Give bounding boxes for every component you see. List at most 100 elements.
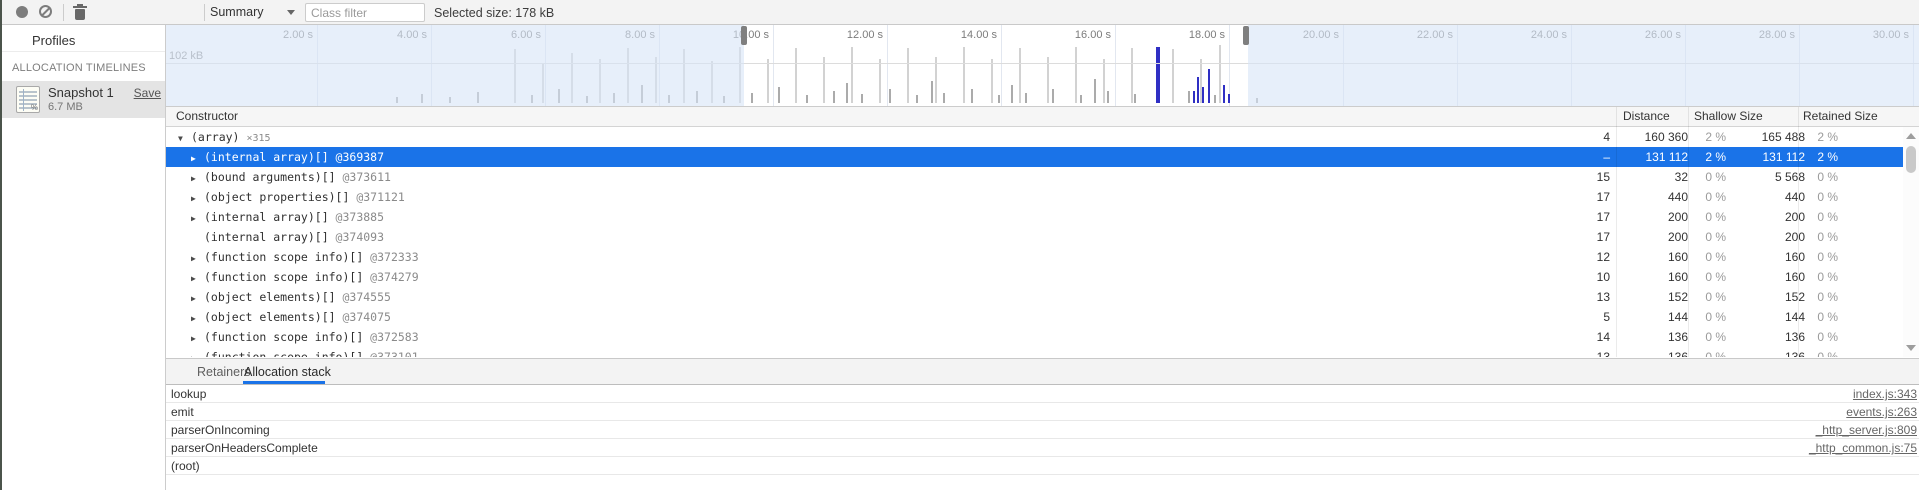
retained-size-cell: 165 488: [1732, 127, 1805, 147]
table-row[interactable]: ▶(internal array)[] @369387–131 1122 %13…: [166, 147, 1919, 167]
constructor-cell: ▶(function scope info)[] @372333: [191, 247, 419, 267]
constructor-cell: ▶(object elements)[] @374555: [191, 287, 391, 307]
object-id: @373611: [336, 170, 391, 184]
column-header-constructor[interactable]: Constructor: [176, 109, 238, 123]
constructor-cell: ▶(object properties)[] @371121: [191, 187, 405, 207]
source-location-link[interactable]: index.js:343: [1853, 385, 1917, 403]
allocation-bar-live: [1156, 47, 1160, 103]
profiles-header-row: Profiles: [2, 25, 165, 52]
allocation-bar: [1075, 47, 1077, 103]
tree-toggle-icon[interactable]: ▶: [191, 149, 204, 169]
constructor-name: (bound arguments)[]: [204, 170, 336, 184]
table-row[interactable]: ▶(function scope info)[] @373101131360 %…: [166, 347, 1919, 357]
bottom-tabbar: RetainersAllocation stack: [166, 358, 1919, 385]
table-row[interactable]: ▶(function scope info)[] @374279101600 %…: [166, 267, 1919, 287]
allocation-bar: [1025, 93, 1027, 103]
column-divider[interactable]: [1798, 107, 1799, 357]
tree-toggle-icon[interactable]: ▶: [191, 269, 204, 289]
table-row[interactable]: ▶(object properties)[] @371121174400 %44…: [166, 187, 1919, 207]
constructor-cell: ▶(function scope info)[] @374279: [191, 267, 419, 287]
stack-frame-row: parserOnHeadersComplete_http_common.js:7…: [166, 439, 1919, 457]
retained-size-cell: 144: [1732, 307, 1805, 327]
tree-toggle-icon[interactable]: ▶: [191, 209, 204, 229]
tree-toggle-icon[interactable]: ▶: [191, 349, 204, 358]
allocation-overview-chart[interactable]: 102 kB 2.00 s4.00 s6.00 s8.00 s10.00 s12…: [166, 25, 1919, 107]
shallow-size-percent: 0 %: [1690, 327, 1726, 347]
column-header-retained-size[interactable]: Retained Size: [1803, 109, 1878, 123]
retained-size-cell: 136: [1732, 347, 1805, 357]
unselected-region-right: [1248, 25, 1919, 107]
tree-toggle-icon[interactable]: ▶: [191, 329, 204, 349]
toolbar-divider: [63, 4, 64, 21]
retained-size-percent: 0 %: [1807, 187, 1838, 207]
scroll-down-icon[interactable]: [1906, 345, 1916, 351]
sidebar-item-snapshot-1[interactable]: % Snapshot 1 6.7 MB Save: [2, 81, 165, 118]
table-row[interactable]: ▼(array)×3154160 3602 %165 4882 %: [166, 127, 1919, 147]
vertical-scrollbar[interactable]: [1903, 127, 1919, 357]
constructor-name: (function scope info)[]: [204, 350, 363, 357]
retained-size-cell: 5 568: [1732, 167, 1805, 187]
table-row[interactable]: ▶(object elements)[] @374555131520 %1520…: [166, 287, 1919, 307]
table-row[interactable]: ▶(bound arguments)[] @37361115320 %5 568…: [166, 167, 1919, 187]
constructor-name: (function scope info)[]: [204, 270, 363, 284]
retained-size-cell: 160: [1732, 267, 1805, 287]
object-id: @374075: [336, 310, 391, 324]
table-row[interactable]: ▶(internal array)[] @373885172000 %2000 …: [166, 207, 1919, 227]
distance-cell: 15: [1550, 167, 1610, 187]
column-header-shallow-size[interactable]: Shallow Size: [1694, 109, 1763, 123]
tree-toggle-icon[interactable]: ▶: [191, 169, 204, 189]
scrollbar-thumb[interactable]: [1906, 146, 1916, 173]
selection-handle-right[interactable]: [1243, 26, 1249, 45]
column-divider[interactable]: [1616, 107, 1617, 357]
allocation-bar: [1188, 91, 1190, 103]
source-location-link[interactable]: events.js:263: [1846, 403, 1917, 421]
shallow-size-cell: 200: [1622, 207, 1688, 227]
distance-cell: 5: [1550, 307, 1610, 327]
allocation-bar: [943, 93, 945, 103]
chevron-down-icon[interactable]: [287, 10, 295, 15]
toolbar: Summary Selected size: 178 kB: [2, 0, 1919, 25]
tree-toggle-icon[interactable]: ▼: [178, 129, 191, 149]
instance-count: ×315: [246, 133, 270, 144]
tree-toggle-icon[interactable]: ▶: [191, 249, 204, 269]
allocation-bar: [1019, 48, 1021, 103]
allocation-bar: [833, 91, 835, 103]
table-row[interactable]: (internal array)[] @374093172000 %2000 %: [166, 227, 1919, 247]
distance-cell: 10: [1550, 267, 1610, 287]
distance-cell: –: [1550, 147, 1610, 167]
shallow-size-cell: 144: [1622, 307, 1688, 327]
tree-toggle-icon[interactable]: ▶: [191, 189, 204, 209]
allocation-bar: [1219, 45, 1221, 103]
perspective-select[interactable]: Summary: [210, 0, 263, 25]
table-row[interactable]: ▶(function scope info)[] @372333121600 %…: [166, 247, 1919, 267]
shallow-size-percent: 0 %: [1690, 287, 1726, 307]
tree-toggle-icon[interactable]: ▶: [191, 309, 204, 329]
column-header-distance[interactable]: Distance: [1623, 109, 1670, 123]
retained-size-cell: 200: [1732, 227, 1805, 247]
table-row[interactable]: ▶(function scope info)[] @372583141360 %…: [166, 327, 1919, 347]
shallow-size-cell: 152: [1622, 287, 1688, 307]
record-icon[interactable]: [16, 6, 28, 18]
clear-all-icon[interactable]: [39, 5, 52, 18]
trash-icon-body: [75, 9, 85, 20]
heap-snapshot-icon: %: [16, 86, 40, 113]
tree-toggle-icon[interactable]: ▶: [191, 289, 204, 309]
selection-handle-left[interactable]: [741, 26, 747, 45]
grid-header: Constructor Distance Shallow Size Retain…: [166, 107, 1919, 127]
class-filter-input[interactable]: [305, 3, 425, 22]
shallow-size-percent: 2 %: [1690, 127, 1726, 147]
trash-icon[interactable]: [72, 4, 88, 21]
source-location-link[interactable]: _http_server.js:809: [1816, 421, 1917, 439]
scroll-up-icon[interactable]: [1906, 133, 1916, 139]
retained-size-cell: 440: [1732, 187, 1805, 207]
source-location-link[interactable]: _http_common.js:75: [1809, 439, 1917, 457]
snapshot-save-link[interactable]: Save: [134, 86, 161, 100]
shallow-size-percent: 0 %: [1690, 167, 1726, 187]
constructor-cell: ▶(internal array)[] @373885: [191, 207, 384, 227]
column-divider[interactable]: [1688, 107, 1689, 357]
retained-size-cell: 131 112: [1732, 147, 1805, 167]
allocation-bar: [806, 95, 808, 103]
table-row[interactable]: ▶(object elements)[] @37407551440 %1440 …: [166, 307, 1919, 327]
shallow-size-percent: 0 %: [1690, 207, 1726, 227]
constructor-cell: ▶(internal array)[] @369387: [191, 147, 384, 167]
